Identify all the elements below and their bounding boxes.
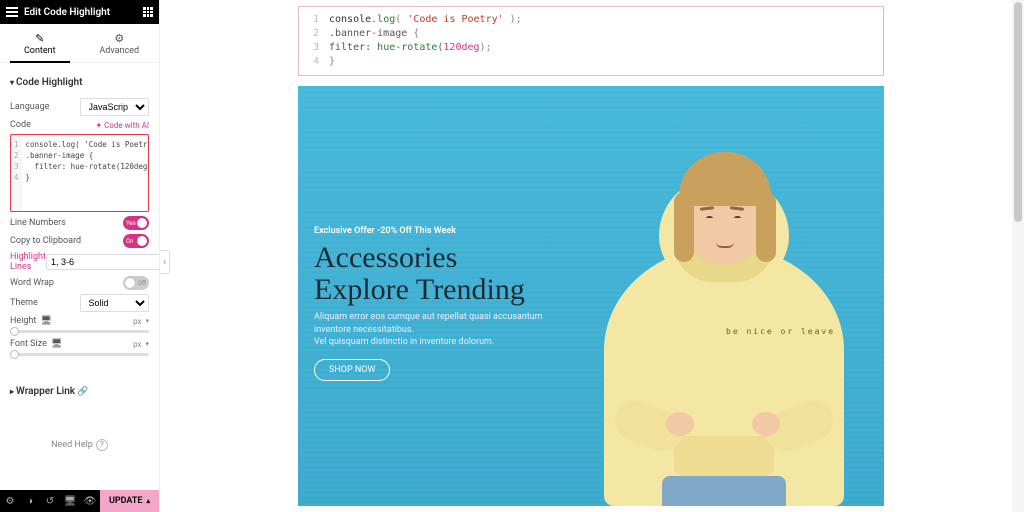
responsive-icon[interactable]: 🖥 — [60, 496, 80, 507]
highlight-lines-input[interactable] — [46, 254, 159, 270]
gear-icon — [113, 32, 125, 44]
scrollbar-thumb[interactable] — [1014, 2, 1022, 222]
copy-label: Copy to Clipboard — [10, 236, 123, 246]
sidebar-footer: ⚙ ◑ ↺ 🖥 👁 UPDATE — [0, 490, 159, 512]
banner-content: Exclusive Offer -20% Off This Week Acces… — [314, 226, 574, 381]
banner-heading: AccessoriesExplore Trending — [314, 242, 574, 305]
word-wrap-label: Word Wrap — [10, 278, 123, 288]
hoodie-print-text: be nice or leave — [726, 327, 835, 336]
desktop-icon[interactable] — [40, 316, 51, 326]
shop-now-button[interactable]: SHOP NOW — [314, 359, 390, 381]
pencil-icon — [34, 32, 46, 44]
font-size-unit: px — [133, 340, 141, 349]
sidebar-collapse-handle[interactable] — [160, 250, 170, 274]
highlight-lines-label: Highlight Lines — [10, 252, 46, 272]
desktop-icon[interactable] — [51, 339, 62, 349]
section-wrapper-link[interactable]: Wrapper Link — [10, 380, 149, 403]
language-label: Language — [10, 102, 80, 112]
theme-select[interactable]: Solid — [80, 294, 150, 312]
code-editor-content[interactable]: console.log( 'Code is Poetry' );.banner-… — [22, 135, 149, 211]
word-wrap-toggle[interactable]: Off — [123, 276, 149, 290]
chevron-down-icon[interactable] — [145, 316, 149, 326]
line-numbers-toggle[interactable]: Yes — [123, 216, 149, 230]
apps-grid-icon[interactable] — [143, 7, 153, 17]
height-slider[interactable] — [10, 330, 149, 333]
revisions-icon[interactable]: ◑ — [20, 496, 40, 507]
line-numbers-label: Line Numbers — [10, 218, 123, 228]
font-size-slider[interactable] — [10, 353, 149, 356]
preview-code: console.log( 'Code is Poetry' ); .banner… — [325, 11, 526, 71]
preview-gutter: 1234 — [299, 11, 325, 71]
font-size-label: Font Size — [10, 339, 47, 349]
code-highlight-widget[interactable]: 1234 console.log( 'Code is Poetry' ); .b… — [298, 6, 884, 76]
code-with-ai-button[interactable]: Code with AI — [95, 121, 149, 130]
height-unit: px — [133, 317, 141, 326]
editor-sidebar: Edit Code Highlight Content Advanced Cod… — [0, 0, 160, 512]
settings-icon[interactable]: ⚙ — [0, 496, 20, 507]
history-icon[interactable]: ↺ — [40, 496, 60, 507]
update-button[interactable]: UPDATE — [100, 490, 159, 512]
code-editor[interactable]: 1234 console.log( 'Code is Poetry' );.ba… — [10, 134, 149, 212]
menu-icon[interactable] — [6, 7, 18, 17]
panel-tabs: Content Advanced — [0, 24, 159, 63]
help-icon: ? — [96, 439, 108, 451]
section-code-highlight[interactable]: Code Highlight — [10, 71, 149, 94]
sidebar-header: Edit Code Highlight — [0, 0, 159, 24]
tab-content[interactable]: Content — [0, 24, 80, 62]
copy-toggle[interactable]: On — [123, 234, 149, 248]
banner-section: Exclusive Offer -20% Off This Week Acces… — [298, 86, 884, 506]
banner-model-image: be nice or leave — [574, 96, 874, 506]
panel-body: Code Highlight Language JavaScript Code … — [0, 63, 159, 490]
chevron-up-icon — [147, 496, 151, 506]
height-label: Height — [10, 316, 36, 326]
language-select[interactable]: JavaScript — [80, 98, 150, 116]
tab-advanced[interactable]: Advanced — [80, 24, 160, 62]
banner-offer: Exclusive Offer -20% Off This Week — [314, 226, 574, 236]
chevron-down-icon[interactable] — [145, 339, 149, 349]
vertical-scrollbar[interactable] — [1012, 0, 1024, 512]
preview-canvas: 1234 console.log( 'Code is Poetry' ); .b… — [170, 0, 1012, 512]
tab-advanced-label: Advanced — [99, 46, 139, 56]
banner-subtext: Aliquam error eos cumque aut repellat qu… — [314, 311, 574, 349]
code-label: Code — [10, 120, 95, 130]
need-help-button[interactable]: Need Help? — [10, 433, 149, 457]
code-editor-gutter: 1234 — [11, 135, 22, 211]
panel-title: Edit Code Highlight — [24, 7, 143, 18]
link-icon — [75, 386, 88, 397]
tab-content-label: Content — [24, 46, 56, 56]
theme-label: Theme — [10, 298, 80, 308]
preview-icon[interactable]: 👁 — [80, 496, 100, 507]
